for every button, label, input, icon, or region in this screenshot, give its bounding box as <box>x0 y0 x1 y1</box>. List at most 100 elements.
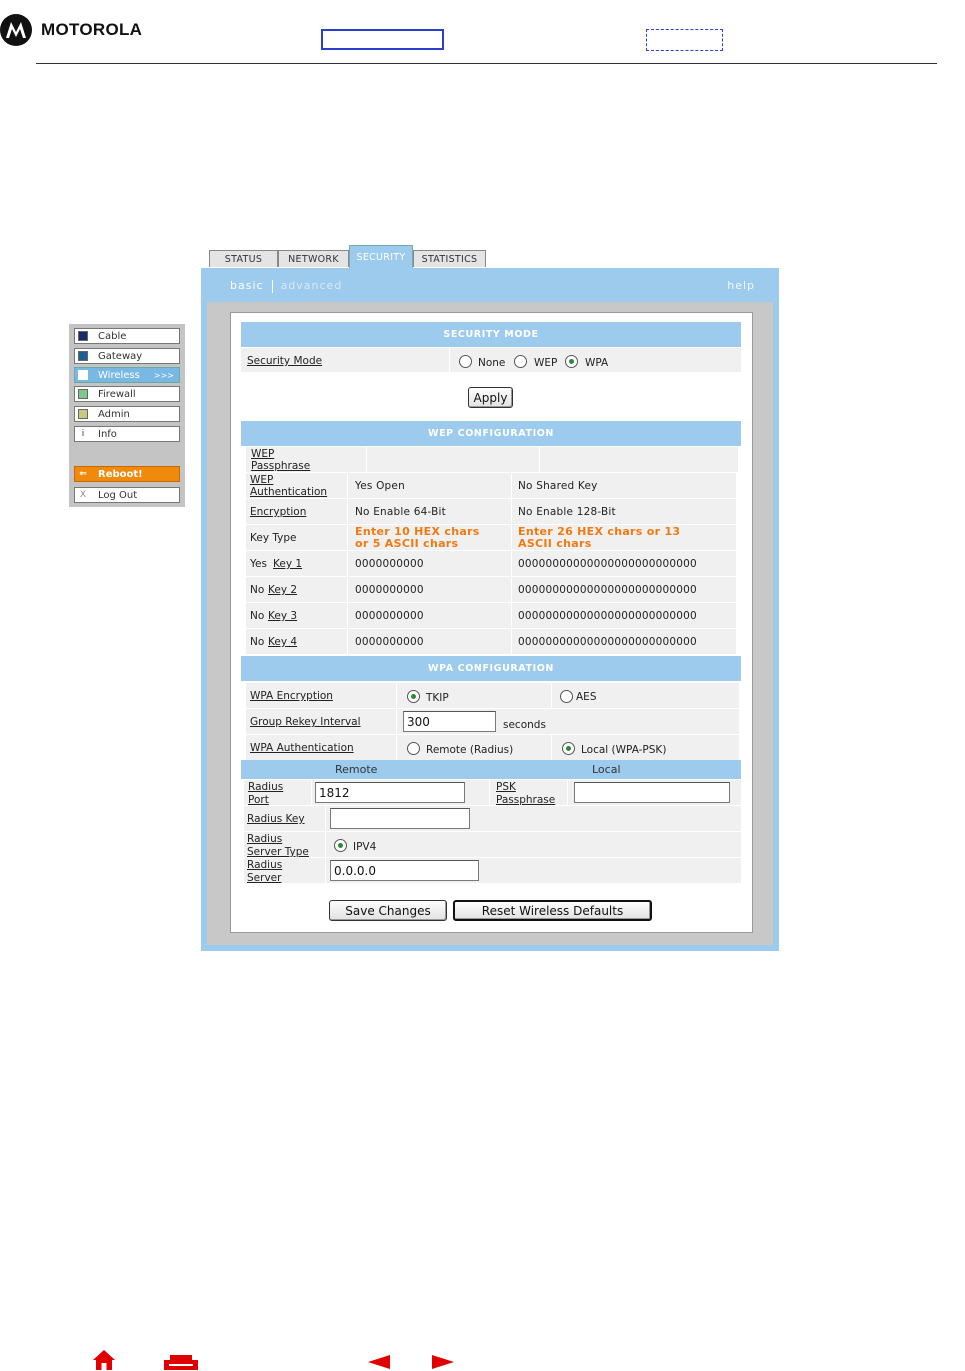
wep-config-header: WEP CONFIGURATION <box>241 421 741 446</box>
wpa-encryption-aes-radio[interactable] <box>560 690 573 703</box>
radius-port-input[interactable]: 1812 <box>315 782 465 803</box>
wep-auth-label-line1[interactable]: WEP <box>250 474 273 486</box>
wep-encryption-row <box>246 499 736 524</box>
help-link[interactable]: help <box>727 279 755 292</box>
wep-key-3-128-value[interactable]: 00000000000000000000000000 <box>518 610 697 622</box>
wep-auth-shared-option[interactable]: No Shared Key <box>518 480 598 492</box>
radius-port-label-line2[interactable]: Port <box>248 794 269 806</box>
radius-server-type-ipv4-radio[interactable] <box>334 839 347 852</box>
radius-port-label-line1[interactable]: Radius <box>248 781 283 793</box>
wep-passphrase-label-line2[interactable]: Passphrase <box>251 460 310 472</box>
wep-key-4-64-value[interactable]: 0000000000 <box>355 636 424 648</box>
subnav: basic advanced <box>230 279 342 293</box>
wep-key-4-128-value[interactable]: 00000000000000000000000000 <box>518 636 697 648</box>
security-mode-none-radio[interactable] <box>459 355 472 368</box>
menu-item-reboot[interactable]: ⇐ Reboot! <box>74 466 180 482</box>
wep-key-1-prefix: Yes <box>250 558 267 570</box>
radius-server-type-label-line2[interactable]: Server Type <box>247 846 309 858</box>
security-mode-wep-radio[interactable] <box>514 355 527 368</box>
wpa-auth-local-radio[interactable] <box>562 742 575 755</box>
cable-swatch-icon <box>78 331 88 341</box>
wep-encryption-label[interactable]: Encryption <box>250 506 306 518</box>
menu-item-gateway[interactable]: Gateway <box>74 348 180 364</box>
psk-passphrase-input[interactable] <box>574 782 730 803</box>
header-dashed-box[interactable] <box>646 29 723 51</box>
wep-auth-open-option[interactable]: Yes Open <box>355 480 405 492</box>
print-icon[interactable] <box>163 1355 199 1371</box>
row-value-cell <box>397 683 552 708</box>
wep-key-3-64-value[interactable]: 0000000000 <box>355 610 424 622</box>
radius-server-type-ipv4-label: IPV4 <box>353 841 377 853</box>
apply-button[interactable]: Apply <box>468 387 513 408</box>
radius-key-label[interactable]: Radius Key <box>247 813 305 825</box>
wpa-encryption-label[interactable]: WPA Encryption <box>250 690 333 702</box>
radius-server-label-line2[interactable]: Server <box>247 872 281 884</box>
save-changes-button[interactable]: Save Changes <box>329 900 447 921</box>
wpa-auth-label[interactable]: WPA Authentication <box>250 742 354 754</box>
wep-key-2-64-value[interactable]: 0000000000 <box>355 584 424 596</box>
wep-passphrase-row <box>246 447 738 472</box>
motorola-batwing-icon <box>0 14 32 46</box>
wep-passphrase-label-line1[interactable]: WEP <box>251 448 274 460</box>
radius-key-input[interactable] <box>330 808 470 829</box>
subnav-basic[interactable]: basic <box>230 279 264 292</box>
tab-security[interactable]: SECURITY <box>349 245 413 269</box>
psk-passphrase-label-line2[interactable]: Passphrase <box>496 794 555 806</box>
menu-item-cable[interactable]: Cable <box>74 328 180 344</box>
tab-status[interactable]: STATUS <box>209 250 278 267</box>
menu-item-info[interactable]: i Info <box>74 426 180 442</box>
security-mode-wpa-radio[interactable] <box>565 355 578 368</box>
menu-item-logout[interactable]: X Log Out <box>74 487 180 503</box>
home-icon[interactable] <box>92 1349 116 1371</box>
menu-item-firewall[interactable]: Firewall <box>74 386 180 402</box>
reset-wireless-defaults-button[interactable]: Reset Wireless Defaults <box>453 900 652 921</box>
subnav-separator <box>271 279 273 293</box>
subnav-advanced[interactable]: advanced <box>281 279 343 292</box>
menu-item-admin[interactable]: Admin <box>74 406 180 422</box>
radius-server-label-line1[interactable]: Radius <box>247 859 282 871</box>
logout-x-icon: X <box>79 490 87 500</box>
radius-server-type-row <box>244 832 741 857</box>
radius-server-row <box>244 858 741 883</box>
wep-key-3-label[interactable]: Key 3 <box>268 610 297 622</box>
wpa-config-header: WPA CONFIGURATION <box>241 656 741 681</box>
wep-key-1-64-value[interactable]: 0000000000 <box>355 558 424 570</box>
menu-item-label: Info <box>98 428 117 440</box>
wep-auth-label-line2[interactable]: Authentication <box>250 486 327 498</box>
motorola-logo: MOTOROLA <box>0 12 142 48</box>
menu-item-wireless[interactable]: Wireless >>> <box>74 367 180 383</box>
tab-statistics[interactable]: STATISTICS <box>413 250 486 267</box>
wpa-auth-local-label: Local (WPA-PSK) <box>581 744 667 756</box>
wep-key-1-128-value[interactable]: 00000000000000000000000000 <box>518 558 697 570</box>
wpa-rekey-input[interactable]: 300 <box>403 711 496 732</box>
tab-network[interactable]: NETWORK <box>278 250 349 267</box>
wpa-encryption-aes-label: AES <box>576 691 597 703</box>
wpa-encryption-tkip-radio[interactable] <box>407 690 420 703</box>
wep-encryption-64-option[interactable]: No Enable 64-Bit <box>355 506 446 518</box>
wep-key-2-prefix: No <box>250 584 265 596</box>
wep-key-2-label[interactable]: Key 2 <box>268 584 297 596</box>
info-icon: i <box>81 429 85 439</box>
wep-key-2-128-value[interactable]: 00000000000000000000000000 <box>518 584 697 596</box>
wpa-auth-remote-label: Remote (Radius) <box>426 744 514 756</box>
psk-passphrase-label-line1[interactable]: PSK <box>496 781 516 793</box>
row-value-cell <box>367 447 540 472</box>
wep-key-4-prefix: No <box>250 636 265 648</box>
wep-key-4-label[interactable]: Key 4 <box>268 636 297 648</box>
header-link-box[interactable] <box>321 29 444 50</box>
submenu-arrows-icon: >>> <box>153 370 174 380</box>
radius-server-input[interactable]: 0.0.0.0 <box>330 860 479 881</box>
wpa-encryption-tkip-label: TKIP <box>426 692 449 704</box>
side-menu: Cable Gateway Wireless >>> Firewall Admi… <box>69 324 185 507</box>
wep-key-1-label[interactable]: Key 1 <box>273 558 302 570</box>
firewall-swatch-icon <box>78 389 88 399</box>
menu-item-label: Gateway <box>98 350 143 362</box>
wep-keytype-64-hint-line2: or 5 ASCII chars <box>355 537 459 550</box>
wpa-auth-remote-radio[interactable] <box>407 742 420 755</box>
radius-server-type-label-line1[interactable]: Radius <box>247 833 282 845</box>
previous-arrow-icon[interactable] <box>368 1354 390 1371</box>
next-arrow-icon[interactable] <box>432 1354 454 1371</box>
wep-encryption-128-option[interactable]: No Enable 128-Bit <box>518 506 616 518</box>
wpa-rekey-label[interactable]: Group Rekey Interval <box>250 716 361 728</box>
security-mode-label[interactable]: Security Mode <box>247 355 322 367</box>
